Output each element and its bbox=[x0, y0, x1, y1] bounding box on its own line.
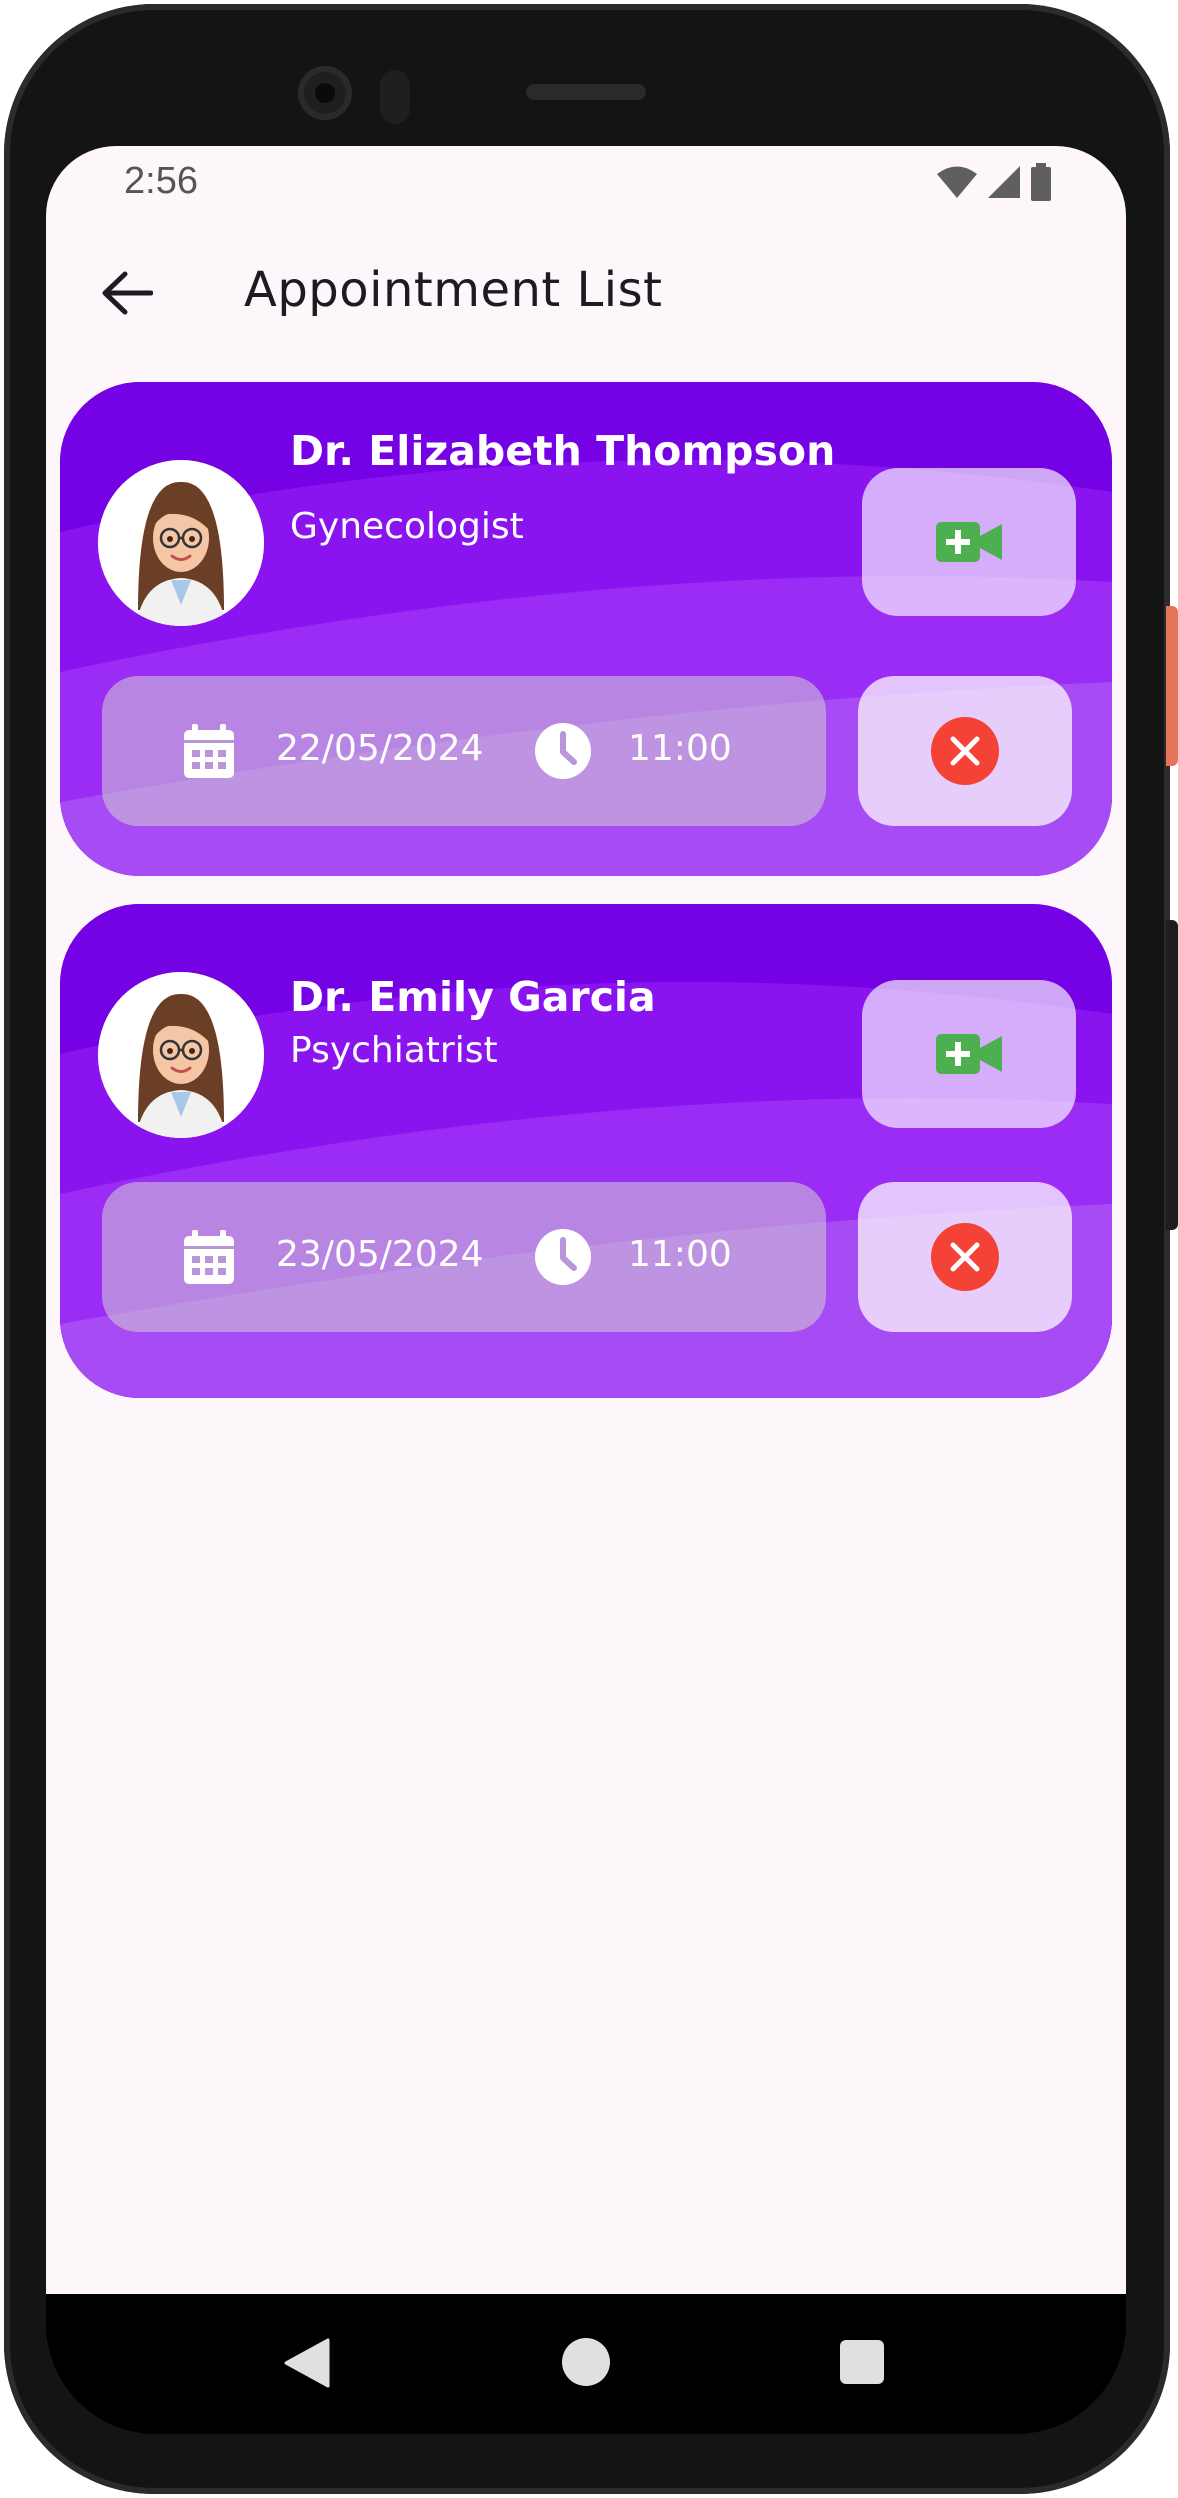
status-icons bbox=[936, 162, 1052, 202]
calendar-icon bbox=[184, 1230, 234, 1284]
doctor-avatar-illustration bbox=[98, 460, 264, 626]
video-plus-icon bbox=[936, 522, 1002, 562]
appointment-time: 11:00 bbox=[628, 1234, 732, 1275]
video-call-button[interactable] bbox=[862, 468, 1076, 616]
cancel-circle-icon bbox=[931, 1223, 999, 1291]
system-navigation-bar bbox=[46, 2294, 1126, 2434]
appointment-card: Dr. Emily Garcia Psychiatrist 23/05/2024… bbox=[60, 904, 1112, 1398]
clock-icon bbox=[535, 723, 591, 779]
front-camera bbox=[298, 66, 352, 120]
volume-button bbox=[1166, 920, 1178, 1230]
signal-icon bbox=[988, 166, 1020, 198]
calendar-icon bbox=[184, 724, 234, 778]
appointment-datetime: 23/05/2024 11:00 bbox=[102, 1182, 826, 1332]
doctor-name: Dr. Elizabeth Thompson bbox=[290, 427, 836, 475]
earpiece-speaker bbox=[526, 84, 646, 100]
appointment-datetime: 22/05/2024 11:00 bbox=[102, 676, 826, 826]
app-bar: Appointment List bbox=[46, 234, 1126, 354]
video-plus-icon bbox=[936, 1034, 1002, 1074]
video-call-button[interactable] bbox=[862, 980, 1076, 1128]
cancel-circle-icon bbox=[931, 717, 999, 785]
doctor-avatar bbox=[98, 972, 264, 1138]
back-button[interactable] bbox=[92, 258, 162, 328]
cancel-appointment-button[interactable] bbox=[858, 676, 1072, 826]
doctor-name: Dr. Emily Garcia bbox=[290, 973, 656, 1021]
doctor-avatar-illustration bbox=[98, 972, 264, 1138]
proximity-sensor bbox=[380, 70, 410, 124]
status-time: 2:56 bbox=[124, 160, 198, 202]
appointment-card: Dr. Elizabeth Thompson Gynecologist 22/0… bbox=[60, 382, 1112, 876]
appointment-date: 22/05/2024 bbox=[276, 728, 484, 769]
nav-home-button[interactable] bbox=[562, 2338, 610, 2386]
phone-frame: 2:56 Appointment List Dr. Elizabeth Thom… bbox=[0, 0, 1178, 2498]
appointment-date: 23/05/2024 bbox=[276, 1234, 484, 1275]
app-screen: 2:56 Appointment List Dr. Elizabeth Thom… bbox=[46, 146, 1126, 2294]
arrow-left-icon bbox=[102, 271, 153, 315]
power-button bbox=[1166, 606, 1178, 766]
nav-recents-button[interactable] bbox=[840, 2340, 884, 2384]
appointment-time: 11:00 bbox=[628, 728, 732, 769]
clock-icon bbox=[535, 1229, 591, 1285]
nav-back-icon[interactable] bbox=[284, 2338, 330, 2388]
doctor-specialty: Gynecologist bbox=[290, 506, 524, 547]
doctor-specialty: Psychiatrist bbox=[290, 1030, 498, 1071]
wifi-icon bbox=[937, 166, 977, 198]
page-title: Appointment List bbox=[244, 262, 663, 318]
cancel-appointment-button[interactable] bbox=[858, 1182, 1072, 1332]
doctor-avatar bbox=[98, 460, 264, 626]
battery-icon bbox=[1031, 163, 1051, 201]
